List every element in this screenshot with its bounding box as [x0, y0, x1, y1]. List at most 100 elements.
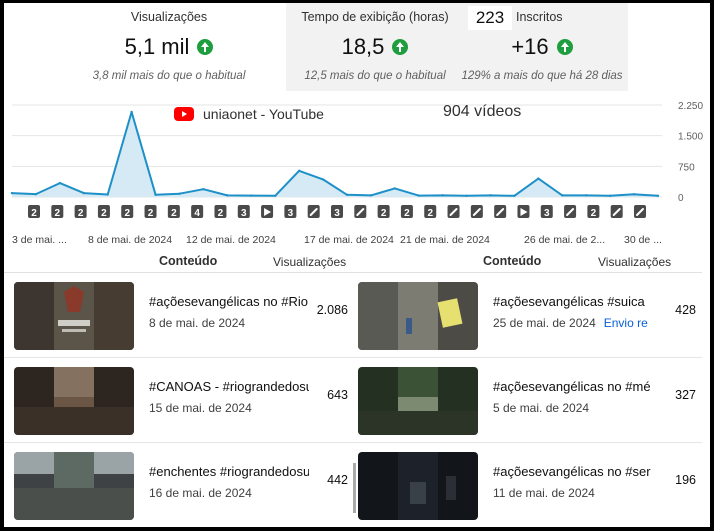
- column-header-views[interactable]: Visualizações: [598, 255, 671, 269]
- data-point[interactable]: [632, 193, 636, 196]
- video-views: 442: [327, 473, 348, 487]
- data-point[interactable]: [154, 193, 157, 196]
- data-point[interactable]: [656, 194, 660, 197]
- views-line[interactable]: [11, 111, 659, 197]
- video-marker-count: 2: [148, 208, 154, 219]
- data-point[interactable]: [345, 193, 349, 196]
- table-row[interactable]: #CANOAS - #riograndedosul 15 de mai. de …: [4, 358, 348, 443]
- data-point[interactable]: [585, 194, 588, 197]
- video-marker-count: 2: [31, 208, 37, 219]
- upload-status[interactable]: Envio re: [604, 316, 648, 330]
- data-point[interactable]: [34, 192, 38, 196]
- video-thumbnail[interactable]: [358, 452, 478, 520]
- table-row[interactable]: #açõesevangélicas #suica 25 de mai. de 2…: [348, 273, 702, 358]
- top-content-table-left: Conteúdo Visualizações #açõesevangélicas…: [4, 249, 348, 527]
- table-row[interactable]: #açõesevangélicas no #mé 5 de mai. de 20…: [348, 358, 702, 443]
- data-point[interactable]: [465, 194, 468, 197]
- table-header: Conteúdo Visualizações: [4, 249, 348, 273]
- data-point[interactable]: [561, 194, 564, 197]
- video-title[interactable]: #CANOAS - #riograndedosul: [149, 379, 309, 394]
- data-point[interactable]: [226, 194, 229, 197]
- video-title[interactable]: #açõesevangélicas no #Rio: [149, 294, 309, 309]
- subscribers-value-row: +16: [456, 34, 628, 60]
- channel-name: uniaonet - YouTube: [203, 106, 324, 122]
- video-marker-count: 2: [591, 208, 597, 219]
- data-point[interactable]: [297, 169, 301, 173]
- x-tick-label: 26 de mai. de 2...: [524, 234, 605, 246]
- data-point[interactable]: [321, 178, 325, 181]
- video-marker-count: 2: [171, 208, 177, 219]
- x-tick-label: 12 de mai. de 2024: [186, 234, 276, 246]
- video-marker-count: 3: [334, 208, 340, 219]
- x-tick-label: 30 de ...: [624, 234, 662, 246]
- data-point[interactable]: [369, 194, 373, 197]
- data-point[interactable]: [273, 194, 277, 197]
- video-title[interactable]: #enchentes #riograndedosul: [149, 464, 309, 479]
- video-marker-count: 2: [55, 208, 61, 219]
- views-value-row: 5,1 mil: [64, 34, 274, 60]
- watch-time-value: 18,5: [341, 34, 385, 59]
- data-point[interactable]: [202, 188, 205, 191]
- video-thumbnail[interactable]: [14, 367, 134, 435]
- subscribers-value: +16: [511, 34, 549, 59]
- x-tick-label: 8 de mai. de 2024: [88, 234, 172, 246]
- data-point[interactable]: [513, 194, 516, 197]
- views-label: Visualizações: [130, 10, 208, 24]
- video-date: 25 de mai. de 2024 Envio re: [493, 316, 648, 330]
- video-thumbnail[interactable]: [358, 367, 478, 435]
- video-marker-count: 3: [288, 208, 294, 219]
- y-tick-label: 2.250: [678, 101, 703, 112]
- video-thumbnail[interactable]: [14, 452, 134, 520]
- video-title[interactable]: #açõesevangélicas no #ser: [493, 464, 653, 479]
- data-point[interactable]: [417, 194, 420, 197]
- data-point[interactable]: [106, 193, 109, 196]
- views-note: 3,8 mil mais do que o habitual: [92, 70, 246, 82]
- data-point[interactable]: [58, 181, 62, 185]
- video-date: 8 de mai. de 2024: [149, 316, 246, 330]
- column-header-content[interactable]: Conteúdo: [159, 254, 217, 268]
- x-tick-label: 3 de mai. ...: [12, 234, 67, 246]
- video-title[interactable]: #açõesevangélicas no #mé: [493, 379, 653, 394]
- data-point[interactable]: [82, 191, 85, 195]
- video-marker-count: 2: [218, 208, 224, 219]
- video-count: 904 vídeos: [443, 103, 522, 120]
- data-point[interactable]: [250, 194, 253, 197]
- data-point[interactable]: [537, 177, 540, 180]
- video-thumbnail[interactable]: [358, 282, 478, 350]
- arrow-up-icon: [556, 39, 573, 55]
- table-row[interactable]: #enchentes #riograndedosul 16 de mai. de…: [4, 443, 348, 527]
- scrollbar[interactable]: [353, 463, 356, 513]
- subscribers-note: 129% a mais do que há 28 dias: [461, 70, 623, 82]
- data-point[interactable]: [178, 192, 181, 195]
- data-point[interactable]: [130, 110, 133, 114]
- video-marker-count: 2: [78, 208, 84, 219]
- analytics-panel: Visualizações 5,1 mil 3,8 mil mais do qu…: [4, 3, 710, 527]
- video-marker-count: 4: [194, 208, 200, 219]
- data-point[interactable]: [489, 194, 492, 197]
- data-point[interactable]: [393, 187, 397, 190]
- video-title[interactable]: #açõesevangélicas #suica: [493, 294, 653, 309]
- views-area: [12, 112, 658, 197]
- data-point[interactable]: [441, 194, 444, 197]
- top-content-table-right: Conteúdo Visualizações #açõesevangélicas…: [348, 249, 702, 527]
- column-header-views[interactable]: Visualizações: [273, 255, 346, 269]
- video-date: 5 de mai. de 2024: [493, 401, 590, 415]
- views-chart[interactable]: 2.250 1.500 750 0 2 2 2 2 2 2 2 4 2 3 3 3 2 2 2 3 2 3 de mai.…: [4, 95, 710, 247]
- video-marker-count: 2: [381, 208, 387, 219]
- y-tick-label: 0: [678, 193, 684, 204]
- views-metric-card[interactable]: Visualizações 5,1 mil 3,8 mil mais do qu…: [64, 3, 274, 91]
- data-point[interactable]: [10, 191, 14, 195]
- watch-time-metric-card[interactable]: Tempo de exibição (horas) 18,5 12,5 mais…: [286, 3, 464, 91]
- data-point[interactable]: [608, 194, 612, 197]
- video-thumbnail[interactable]: [14, 282, 134, 350]
- x-tick-label: 17 de mai. de 2024: [304, 234, 394, 246]
- video-date: 15 de mai. de 2024: [149, 401, 252, 415]
- table-row[interactable]: #açõesevangélicas no #ser 11 de mai. de …: [348, 443, 702, 527]
- youtube-logo-icon: [174, 107, 194, 121]
- table-row[interactable]: #açõesevangélicas no #Rio 8 de mai. de 2…: [4, 273, 348, 358]
- video-views: 643: [327, 388, 348, 402]
- video-views: 428: [675, 303, 696, 317]
- watch-time-note: 12,5 mais do que o habitual: [304, 70, 446, 82]
- y-tick-label: 1.500: [678, 132, 703, 143]
- column-header-content[interactable]: Conteúdo: [483, 254, 541, 268]
